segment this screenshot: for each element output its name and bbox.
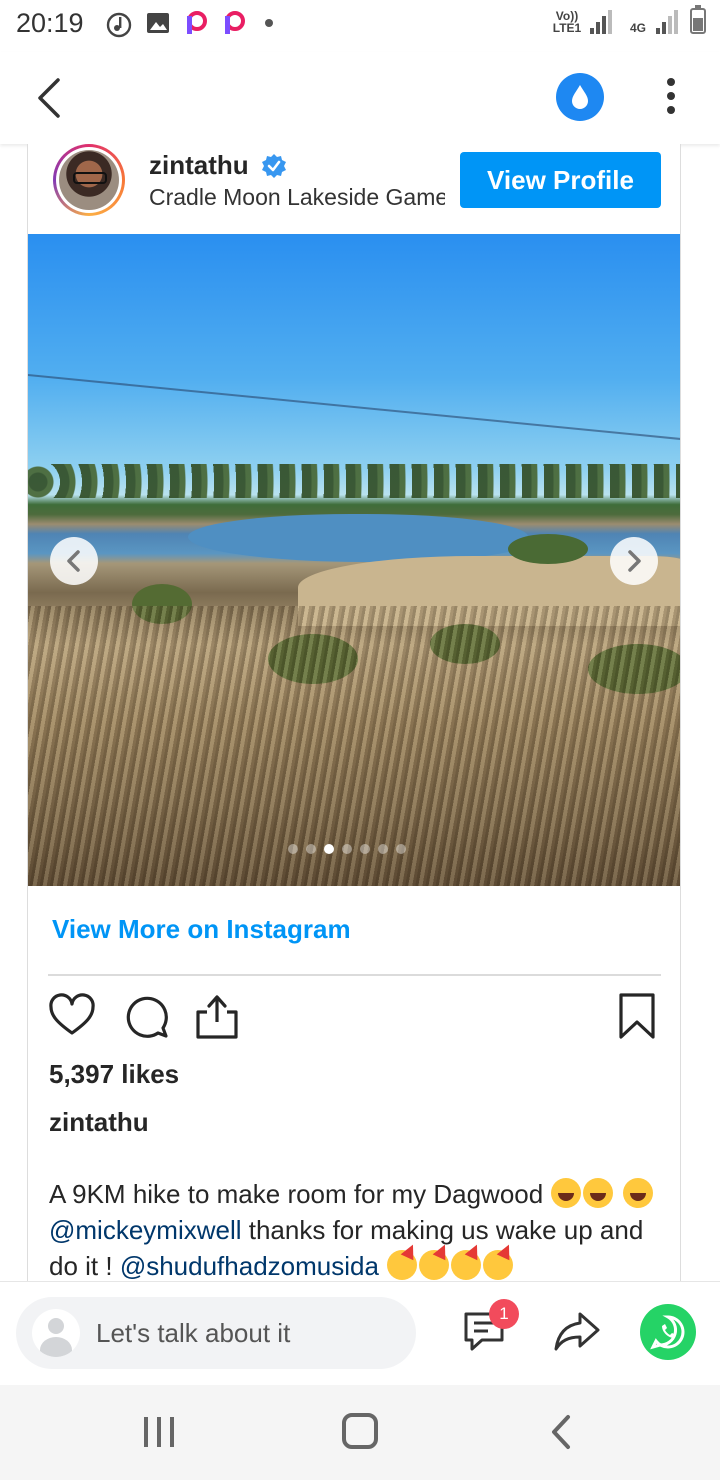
comment-bar: Let's talk about it 1: [0, 1281, 720, 1385]
dot-icon: [265, 19, 273, 27]
carousel-prev-button[interactable]: [50, 537, 98, 585]
laughing-emoji-icon: [583, 1178, 614, 1208]
carousel-dot: [306, 844, 316, 854]
status-bar: 20:19 Vo)) LTE1 4G: [0, 0, 720, 52]
mention-link[interactable]: @shudufhadzomusida: [120, 1251, 379, 1281]
system-nav-bar: [0, 1385, 720, 1480]
likes-count[interactable]: 5,397 likes: [49, 1059, 179, 1090]
carousel-dot: [288, 844, 298, 854]
carousel-dot: [324, 844, 334, 854]
gallery-icon: [147, 13, 169, 33]
carousel-dot: [360, 844, 370, 854]
view-profile-button[interactable]: View Profile: [460, 152, 661, 208]
message-badge: 1: [489, 1299, 519, 1329]
more-vertical-icon[interactable]: [656, 74, 686, 122]
avatar[interactable]: [53, 144, 125, 216]
tree-line: [28, 464, 680, 498]
party-face-emoji-icon: [451, 1250, 482, 1280]
recent-apps-icon[interactable]: [140, 1415, 178, 1449]
instagram-embed-card: zintathu Cradle Moon Lakeside Game Reser…: [27, 144, 681, 1284]
back-icon[interactable]: [546, 1413, 576, 1451]
avatar-photo: [59, 150, 119, 210]
post-caption: A 9KM hike to make room for my Dagwood @…: [49, 1176, 669, 1284]
comment-icon[interactable]: [122, 992, 170, 1040]
party-face-emoji-icon: [419, 1250, 450, 1280]
bookmark-icon[interactable]: [613, 992, 661, 1040]
laughing-emoji-icon: [551, 1178, 582, 1208]
shrub: [508, 534, 588, 564]
chevron-right-icon: [628, 550, 641, 572]
divider: [48, 974, 661, 976]
carousel-dot: [342, 844, 352, 854]
whatsapp-icon: [650, 1315, 685, 1350]
share-icon[interactable]: [193, 992, 241, 1040]
signal-icon: [590, 10, 612, 34]
home-icon[interactable]: [342, 1413, 378, 1449]
carousel-next-button[interactable]: [610, 537, 658, 585]
forward-icon[interactable]: [552, 1306, 602, 1356]
post-photo[interactable]: [28, 234, 680, 886]
heart-icon[interactable]: [48, 992, 96, 1040]
comment-placeholder: Let's talk about it: [96, 1318, 291, 1348]
laughing-emoji-icon: [622, 1178, 653, 1208]
signal-icon-2: [656, 10, 678, 34]
battery-icon: [690, 5, 706, 34]
party-face-emoji-icon: [483, 1250, 514, 1280]
carousel-dot: [378, 844, 388, 854]
verified-badge-icon: [262, 154, 286, 178]
water-drop-button[interactable]: [556, 73, 604, 121]
mention-link[interactable]: @mickeymixwell: [49, 1215, 242, 1245]
water-drop-icon: [572, 85, 588, 109]
lake: [188, 514, 528, 562]
chevron-left-icon[interactable]: [28, 74, 72, 122]
post-username[interactable]: zintathu: [149, 150, 249, 181]
whatsapp-button[interactable]: [640, 1304, 696, 1360]
p-app-icon: [187, 11, 207, 34]
app-bar: [0, 52, 720, 144]
power-line: [28, 374, 680, 441]
user-avatar-icon: [32, 1309, 80, 1357]
network-label-4g: 4G: [629, 21, 646, 35]
carousel-dots: [288, 844, 406, 854]
network-label-lte: Vo)) LTE1: [552, 9, 582, 35]
caption-username[interactable]: zintathu: [49, 1107, 149, 1138]
music-sync-icon: [106, 12, 132, 38]
status-indicators: Vo)) LTE1 4G: [550, 5, 706, 35]
status-time: 20:19: [16, 8, 84, 38]
caption-text: A 9KM hike to make room for my Dagwood: [49, 1179, 544, 1209]
view-more-link[interactable]: View More on Instagram: [52, 914, 351, 945]
post-location[interactable]: Cradle Moon Lakeside Game Reserve: [149, 184, 445, 211]
p-app-icon: [225, 11, 245, 34]
party-face-emoji-icon: [387, 1250, 418, 1280]
comment-input[interactable]: Let's talk about it: [16, 1297, 416, 1369]
carousel-dot: [396, 844, 406, 854]
chevron-left-icon: [67, 550, 80, 572]
